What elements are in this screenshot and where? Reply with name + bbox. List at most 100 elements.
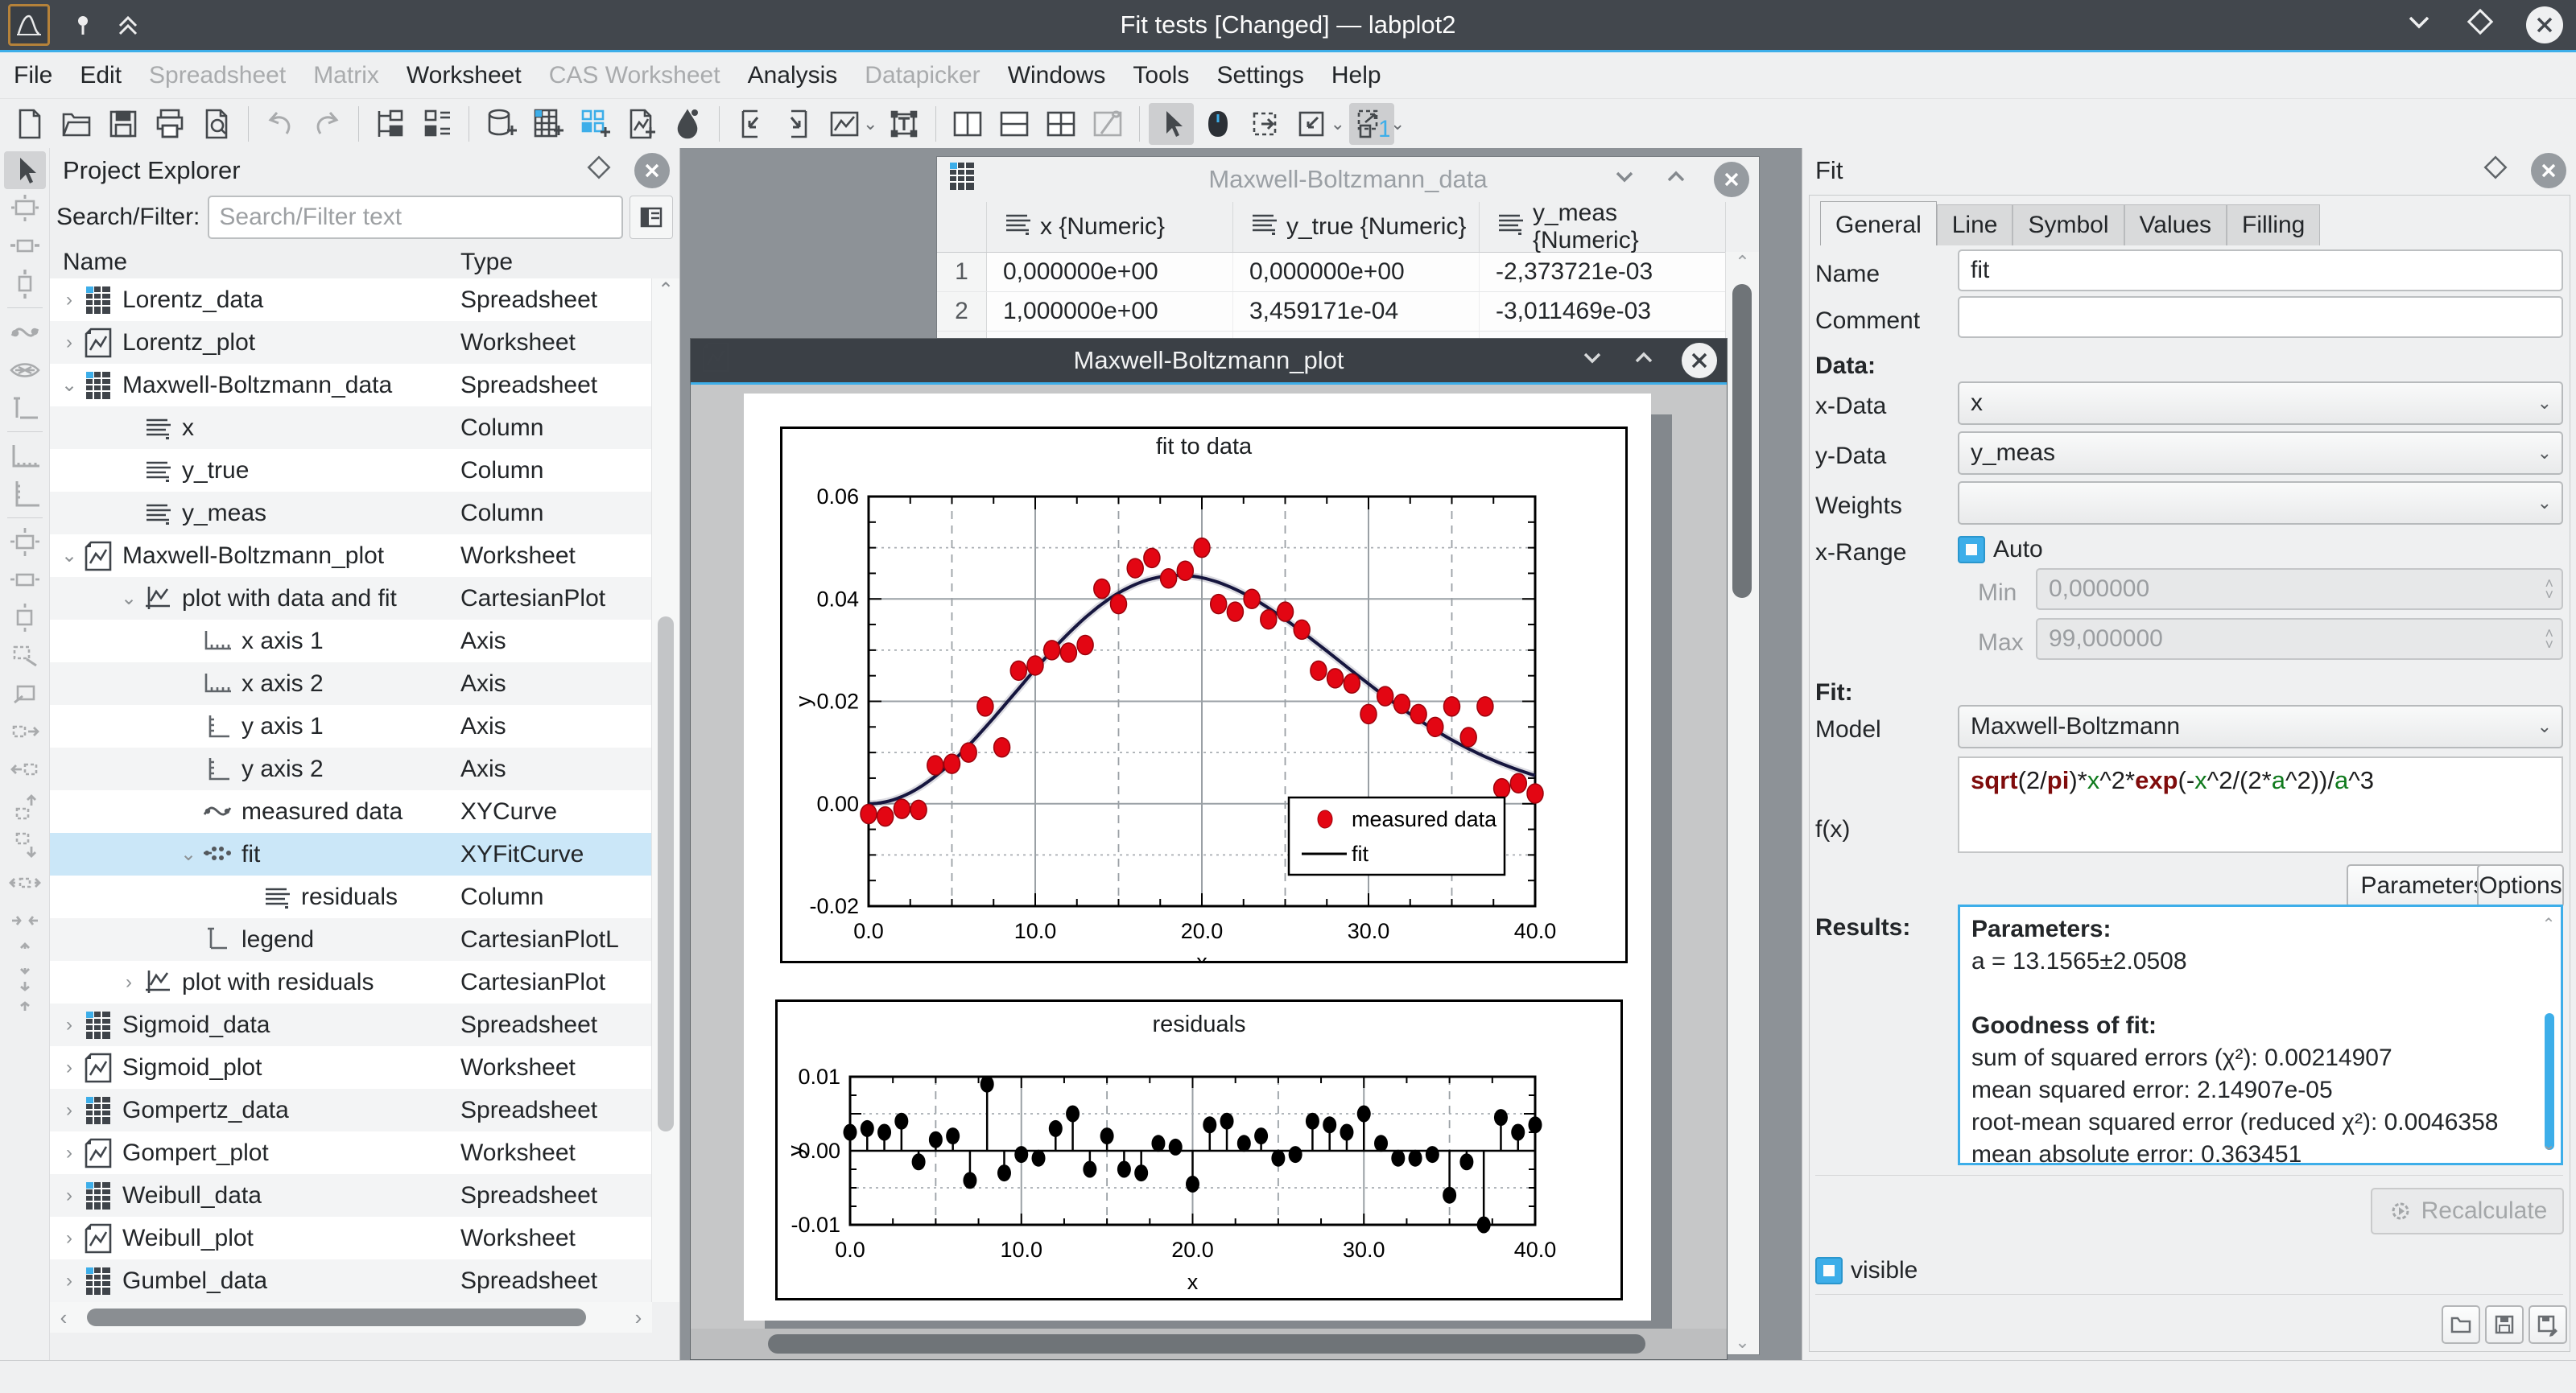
shift-left-button[interactable] <box>4 750 46 788</box>
tab-symbol[interactable]: Symbol <box>2013 204 2124 245</box>
tree-item-gompertz_data[interactable]: ›Gompertz_dataSpreadsheet <box>50 1089 652 1131</box>
toggle-project-explorer-button[interactable] <box>368 103 413 145</box>
tree-item-y_true[interactable]: y_trueColumn <box>50 449 652 492</box>
edit-redo-button[interactable] <box>304 103 349 145</box>
expander-collapsed-icon[interactable]: › <box>58 332 80 354</box>
expander-collapsed-icon[interactable]: › <box>118 971 140 994</box>
formula-editor[interactable]: sqrt(2/pi)*x^2*exp(-x^2/(2*a^2))/a^3 <box>1958 756 2563 853</box>
zoom-in-x-button[interactable] <box>4 863 46 901</box>
zoom-fit-button[interactable] <box>1289 103 1334 145</box>
export-data-button[interactable] <box>775 103 820 145</box>
tab-filling[interactable]: Filling <box>2227 204 2320 245</box>
spreadsheet-vscroll-thumb[interactable] <box>1732 284 1752 598</box>
recalculate-button[interactable]: Recalculate <box>2371 1188 2564 1234</box>
expander-collapsed-icon[interactable]: › <box>58 1057 80 1079</box>
max-spinbox[interactable]: 99,000000˄˅ <box>2036 618 2563 660</box>
expander-collapsed-icon[interactable]: › <box>58 1185 80 1207</box>
column-header-y_true[interactable]: y_true {Numeric} <box>1233 202 1480 252</box>
close-button[interactable] <box>2526 6 2563 43</box>
expander-collapsed-icon[interactable]: › <box>58 1227 80 1250</box>
add-y-axis-button[interactable] <box>4 475 46 513</box>
new-worksheet-button[interactable] <box>618 103 663 145</box>
tab-line[interactable]: Line <box>1937 204 2013 245</box>
tree-item-measured-data[interactable]: measured dataXYCurve <box>50 790 652 833</box>
layout-break-button[interactable] <box>1085 103 1130 145</box>
load-config-button[interactable] <box>2442 1305 2480 1344</box>
new-spreadsheet-button[interactable] <box>525 103 570 145</box>
float-dock-button[interactable] <box>2481 153 2510 188</box>
tree-item-weibull_data[interactable]: ›Weibull_dataSpreadsheet <box>50 1174 652 1217</box>
pin-icon[interactable] <box>71 13 95 37</box>
zoom-out-x-button[interactable] <box>4 901 46 939</box>
tree-item-y_meas[interactable]: y_measColumn <box>50 492 652 534</box>
new-datasource-button[interactable] <box>478 103 523 145</box>
edit-undo-button[interactable] <box>258 103 303 145</box>
plot-with-data-and-fit[interactable]: fit to data-0.020.000.020.040.060.010.02… <box>780 427 1628 963</box>
results-scrollbar[interactable]: ⌃ ⌄ <box>2538 909 2559 1161</box>
tree-item-x[interactable]: xColumn <box>50 406 652 449</box>
zoom-select-mode-button[interactable] <box>1242 103 1287 145</box>
tree-item-y-axis-2[interactable]: y axis 2Axis <box>50 748 652 790</box>
minimize-button[interactable] <box>2404 6 2434 43</box>
menu-analysis[interactable]: Analysis <box>734 52 852 98</box>
expander-expanded-icon[interactable]: ⌄ <box>177 843 200 866</box>
scroll-up-arrow[interactable]: ⌃ <box>2538 909 2559 941</box>
zoom-in-region-button[interactable] <box>4 637 46 674</box>
maximize-button[interactable] <box>2465 6 2496 43</box>
cell-value[interactable]: 1,000000e+00 <box>987 292 1233 331</box>
tree-hscroll-thumb[interactable] <box>87 1309 586 1326</box>
cell-value[interactable]: 0,000000e+00 <box>1233 253 1480 291</box>
min-spinbox[interactable]: 0,000000˄˅ <box>2036 568 2563 610</box>
column-header-name[interactable]: Name <box>50 249 460 276</box>
tab-general[interactable]: General <box>1820 201 1937 245</box>
scroll-down-arrow[interactable]: ⌄ <box>2538 1129 2559 1161</box>
select-mode-button[interactable] <box>1149 103 1194 145</box>
new-matrix-button[interactable] <box>572 103 617 145</box>
menu-edit[interactable]: Edit <box>66 52 135 98</box>
visible-checkbox[interactable]: visible <box>1815 1257 1918 1284</box>
new-datapicker-button[interactable] <box>665 103 710 145</box>
tree-item-lorentz_plot[interactable]: ›Lorentz_plotWorksheet <box>50 321 652 364</box>
tree-item-lorentz_data[interactable]: ›Lorentz_dataSpreadsheet <box>50 278 652 321</box>
cell-value[interactable]: 3,459171e-04 <box>1233 292 1480 331</box>
box-zoom-button[interactable] <box>4 189 46 227</box>
expander-collapsed-icon[interactable]: › <box>58 289 80 311</box>
window-shade-up-icon[interactable] <box>1630 344 1657 377</box>
tree-item-plot-with-data-and-fit[interactable]: ⌄plot with data and fitCartesianPlot <box>50 577 652 620</box>
scroll-right-arrow[interactable]: › <box>625 1305 652 1330</box>
worksheet-window[interactable]: Maxwell-Boltzmann_plot fit to data-0.020… <box>690 338 1728 1360</box>
worksheet-horizontal-scrollbar[interactable] <box>691 1329 1727 1359</box>
tree-item-legend[interactable]: legendCartesianPlotL <box>50 918 652 961</box>
tree-item-fit[interactable]: ⌄fitXYFitCurve <box>50 833 652 876</box>
expander-expanded-icon[interactable]: ⌄ <box>58 373 80 397</box>
expander-collapsed-icon[interactable]: › <box>58 1142 80 1164</box>
spreadsheet-row[interactable]: 21,000000e+003,459171e-04-3,011469e-03 <box>937 292 1759 332</box>
auto-scale-x-button[interactable] <box>4 561 46 599</box>
new-plot-button[interactable] <box>822 103 867 145</box>
options-button[interactable]: Options <box>2477 864 2564 908</box>
document-new-button[interactable] <box>7 103 52 145</box>
column-header-x[interactable]: x {Numeric} <box>987 202 1233 252</box>
worksheet-page[interactable]: fit to data-0.020.000.020.040.060.010.02… <box>744 394 1651 1321</box>
spreadsheet-row[interactable]: 10,000000e+000,000000e+00-2,373721e-03 <box>937 253 1759 292</box>
zoom-y-range-button[interactable] <box>4 265 46 303</box>
cell-value[interactable]: -3,011469e-03 <box>1480 292 1726 331</box>
document-preview-button[interactable] <box>194 103 239 145</box>
document-open-button[interactable] <box>54 103 99 145</box>
menu-settings[interactable]: Settings <box>1203 52 1317 98</box>
filter-options-button[interactable] <box>630 196 673 239</box>
window-close-icon[interactable] <box>1682 343 1717 378</box>
expander-expanded-icon[interactable]: ⌄ <box>58 544 80 567</box>
comment-input[interactable] <box>1958 296 2563 338</box>
tree-item-gumbel_data[interactable]: ›Gumbel_dataSpreadsheet <box>50 1259 652 1302</box>
model-combobox[interactable]: Maxwell-Boltzmann⌄ <box>1958 705 2563 748</box>
shift-right-button[interactable] <box>4 712 46 750</box>
tree-item-sigmoid_plot[interactable]: ›Sigmoid_plotWorksheet <box>50 1046 652 1089</box>
save-config-button[interactable] <box>2485 1305 2524 1344</box>
shift-down-button[interactable] <box>4 826 46 863</box>
scroll-up-arrow[interactable]: ⌃ <box>1726 252 1759 273</box>
scroll-down-arrow[interactable]: ⌄ <box>1726 1332 1759 1353</box>
worksheet-hscroll-thumb[interactable] <box>768 1334 1645 1354</box>
cell-value[interactable]: 0,000000e+00 <box>987 253 1233 291</box>
save-config-as-button[interactable] <box>2529 1305 2567 1344</box>
